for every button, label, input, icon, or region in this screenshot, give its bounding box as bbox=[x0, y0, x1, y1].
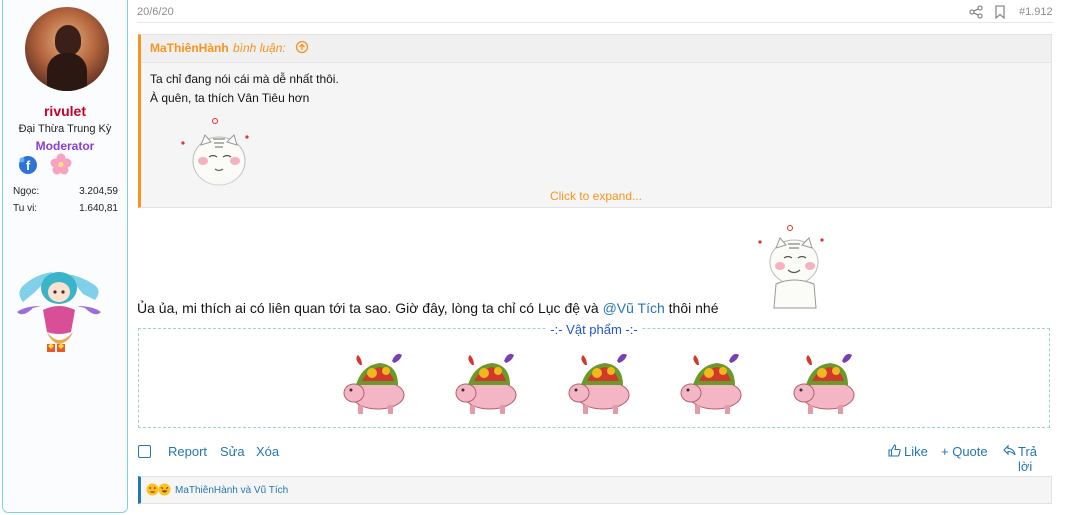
facebook-badge-icon: f bbox=[19, 156, 37, 174]
post-actions: Report Sửa Xóa Like + Quote Trả lời bbox=[137, 443, 1053, 474]
message-tail: thôi nhé bbox=[664, 300, 719, 316]
message-text: Ủa ủa, mi thích ai có liên quan tới ta s… bbox=[137, 300, 603, 316]
reactions-bar: MaThiênHành và Vũ Tích bbox=[138, 476, 1052, 504]
like-button[interactable]: Like bbox=[904, 444, 928, 459]
item-pig-icon[interactable] bbox=[782, 347, 862, 419]
sakura-badge-icon bbox=[50, 153, 72, 175]
post-date[interactable]: 20/6/20 bbox=[137, 6, 174, 18]
quote-line: À quên, ta thích Vân Tiêu hơn bbox=[150, 91, 310, 105]
quote-button[interactable]: + Quote bbox=[941, 444, 988, 459]
select-checkbox[interactable] bbox=[138, 445, 151, 458]
stat-label: Ngọc: bbox=[13, 186, 40, 197]
post-message: Ủa ủa, mi thích ai có liên quan tới ta s… bbox=[137, 300, 719, 316]
quote-line: Ta chỉ đang nói cái mà dễ nhất thôi. bbox=[150, 72, 339, 86]
items-panel: -:- Vật phẩm -:- bbox=[138, 322, 1050, 428]
edit-link[interactable]: Sửa bbox=[220, 444, 245, 459]
delete-link[interactable]: Xóa bbox=[256, 444, 279, 459]
report-link[interactable]: Report bbox=[168, 444, 207, 459]
user-role: Moderator bbox=[35, 139, 95, 153]
items-legend-text: -:- Vật phẩm -:- bbox=[547, 322, 641, 337]
reactions-text[interactable]: MaThiênHành và Vũ Tích bbox=[175, 485, 288, 496]
cat-sticker-icon bbox=[758, 225, 824, 309]
thumbs-up-icon[interactable] bbox=[888, 444, 901, 457]
quote-author[interactable]: MaThiênHành bbox=[150, 41, 229, 55]
quote-said-label: bình luận: bbox=[233, 41, 286, 55]
post-header: 20/6/20 #1.912 bbox=[137, 0, 1053, 23]
item-pig-icon[interactable] bbox=[332, 347, 412, 419]
stat-value: 3.204,59 bbox=[79, 186, 118, 197]
click-to-expand-link[interactable]: Click to expand... bbox=[141, 189, 1051, 203]
arrow-up-circle-icon[interactable] bbox=[295, 40, 309, 54]
items-legend: -:- Vật phẩm -:- bbox=[139, 322, 1049, 337]
laughing-emoji-icon bbox=[158, 483, 171, 496]
mention-link[interactable]: @Vũ Tích bbox=[603, 300, 665, 316]
item-pig-icon[interactable] bbox=[557, 347, 637, 419]
post-number[interactable]: #1.912 bbox=[1019, 6, 1053, 18]
svg-text:f: f bbox=[26, 158, 31, 173]
mascot-figure-icon bbox=[17, 272, 101, 352]
bookmark-icon[interactable] bbox=[994, 5, 1006, 19]
username[interactable]: rivulet bbox=[3, 103, 127, 119]
item-pig-icon[interactable] bbox=[444, 347, 524, 419]
stat-ngoc: Ngọc: 3.204,59 bbox=[13, 186, 118, 197]
stat-label: Tu vi: bbox=[13, 203, 38, 214]
stat-tu-vi: Tu vi: 1.640,81 bbox=[13, 203, 118, 214]
user-rank: Đại Thừa Trung Kỳ bbox=[18, 123, 112, 135]
quote-block: MaThiênHành bình luận: Ta chỉ đang nói c… bbox=[138, 34, 1052, 208]
quote-header: MaThiênHành bình luận: bbox=[141, 35, 1051, 63]
reply-icon[interactable] bbox=[1003, 444, 1016, 457]
avatar[interactable] bbox=[25, 7, 109, 91]
stat-value: 1.640,81 bbox=[79, 203, 118, 214]
item-pig-icon[interactable] bbox=[669, 347, 749, 419]
user-sidebar: rivulet Đại Thừa Trung Kỳ Moderator f Ng… bbox=[2, 0, 128, 513]
reply-button[interactable]: Trả lời bbox=[1018, 444, 1053, 474]
share-icon[interactable] bbox=[969, 5, 983, 19]
